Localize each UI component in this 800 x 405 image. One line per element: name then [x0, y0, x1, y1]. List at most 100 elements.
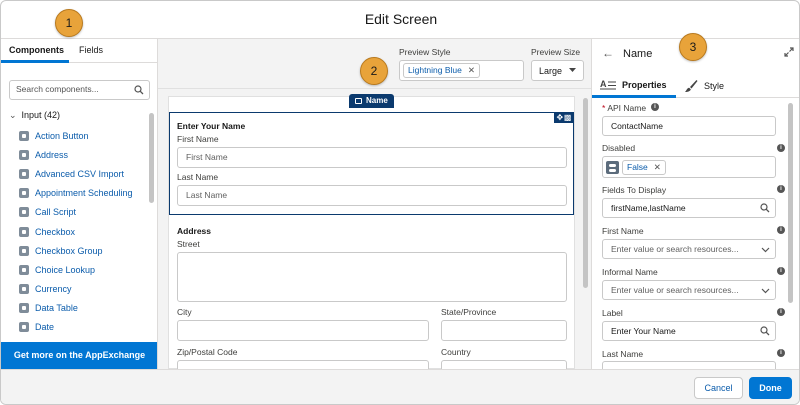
search-icon[interactable] [760, 326, 770, 336]
properties-tabs: A Properties Style [592, 72, 799, 98]
selected-name-component[interactable]: ✥ ▩ Enter Your Name First Name Last Name [169, 112, 574, 215]
calendar-icon [19, 322, 29, 333]
label-prop-input[interactable] [611, 326, 751, 336]
component-item[interactable]: Appointment Scheduling [19, 184, 147, 203]
tab-properties[interactable]: A Properties [600, 79, 667, 91]
preview-style-pill[interactable]: Lightning Blue ✕ [403, 63, 481, 78]
preview-style-select[interactable]: Lightning Blue ✕ [399, 60, 524, 81]
component-search[interactable] [9, 80, 150, 100]
component-tag[interactable]: Name [349, 94, 394, 108]
chevron-down-icon[interactable] [761, 245, 770, 254]
first-name-field[interactable] [177, 147, 567, 168]
lightning-bolt-icon [19, 168, 29, 179]
lightning-bolt-icon [19, 303, 29, 314]
last-name-field[interactable] [177, 185, 567, 206]
search-icon [134, 85, 144, 95]
appexchange-button[interactable]: Get more on the AppExchange [1, 342, 157, 369]
callout-badge: 1 [55, 9, 83, 37]
screen-canvas: Name ✥ ▩ Enter Your Name First Name Last… [168, 94, 575, 369]
chevron-down-icon[interactable] [761, 286, 770, 295]
brush-icon [685, 80, 698, 92]
component-list: Action Button Address Advanced CSV Impor… [19, 126, 147, 337]
preview-size-label: Preview Size [531, 47, 581, 57]
component-item[interactable]: Choice Lookup [19, 260, 147, 279]
component-item[interactable]: Data Table [19, 299, 147, 318]
info-icon[interactable]: i [777, 185, 785, 193]
api-name-label: * API Name [602, 103, 647, 113]
left-scrollbar[interactable] [149, 113, 154, 333]
component-item[interactable]: Checkbox [19, 222, 147, 241]
properties-scrollbar-thumb[interactable] [788, 103, 793, 303]
info-icon[interactable]: i [777, 144, 785, 152]
component-item[interactable]: Advanced CSV Import [19, 164, 147, 183]
info-icon[interactable]: i [777, 267, 785, 275]
disabled-pill[interactable]: False ✕ [622, 160, 666, 175]
properties-panel: ← Name A Properties Style * API Name i C… [591, 39, 799, 369]
screen-canvas-area: Preview Style Lightning Blue ✕ Preview Si… [158, 39, 591, 369]
lightning-bolt-icon [19, 207, 29, 218]
move-delete-icons[interactable]: ✥ ▩ [554, 112, 574, 123]
category-input[interactable]: ⌄ Input (42) [9, 110, 60, 121]
tab-fields[interactable]: Fields [79, 45, 103, 55]
component-search-input[interactable] [16, 84, 131, 94]
city-field[interactable] [177, 320, 429, 341]
informal-name-input[interactable] [611, 285, 751, 295]
zip-field[interactable] [177, 360, 429, 369]
fields-to-display-field[interactable] [602, 198, 776, 218]
label-prop-label: Label [602, 308, 623, 318]
canvas-scrollbar[interactable] [583, 93, 588, 369]
name-section-title: Enter Your Name [177, 121, 246, 131]
last-name-prop-field[interactable] [602, 361, 776, 369]
info-icon[interactable]: i [651, 103, 659, 111]
canvas-scrollbar-thumb[interactable] [583, 98, 588, 288]
first-name-prop-input[interactable] [611, 244, 751, 254]
state-field[interactable] [441, 320, 567, 341]
country-field[interactable] [441, 360, 567, 369]
close-icon[interactable]: ✕ [654, 162, 661, 172]
back-arrow-icon[interactable]: ← [602, 46, 614, 60]
lightning-bolt-icon [19, 130, 29, 141]
checkbox-icon [19, 226, 29, 237]
first-name-input[interactable] [186, 152, 536, 162]
component-item[interactable]: Currency [19, 280, 147, 299]
info-icon[interactable]: i [777, 349, 785, 357]
expand-icon[interactable] [784, 47, 794, 57]
component-item[interactable]: Date [19, 318, 147, 337]
component-item[interactable]: Address [19, 145, 147, 164]
last-name-input[interactable] [186, 190, 536, 200]
disabled-field[interactable]: False ✕ [602, 156, 776, 178]
address-section-title: Address [177, 226, 212, 236]
informal-name-field[interactable] [602, 280, 776, 300]
properties-scrollbar[interactable] [788, 103, 793, 369]
api-name-field[interactable] [602, 116, 776, 136]
tab-style[interactable]: Style [684, 79, 724, 93]
preview-size-select[interactable]: Large [531, 60, 584, 81]
api-name-input[interactable] [611, 121, 751, 131]
modal-header: Edit Screen [1, 1, 799, 39]
chevron-down-icon [569, 68, 576, 72]
left-scrollbar-thumb[interactable] [149, 113, 154, 203]
info-icon[interactable]: i [777, 226, 785, 234]
tab-components[interactable]: Components [9, 45, 64, 55]
info-icon[interactable]: i [777, 308, 785, 316]
street-textarea[interactable] [177, 252, 567, 302]
city-label: City [177, 307, 192, 317]
preview-style-label: Preview Style [399, 47, 451, 57]
fields-to-display-input[interactable] [611, 203, 751, 213]
callout-badge: 2 [360, 57, 388, 85]
first-name-prop-field[interactable] [602, 239, 776, 259]
toggle-icon [606, 161, 619, 174]
lightning-bolt-icon [19, 188, 29, 199]
list-icon [19, 264, 29, 275]
informal-name-label: Informal Name [602, 267, 658, 277]
close-icon[interactable]: ✕ [468, 65, 475, 75]
cancel-button[interactable]: Cancel [694, 377, 743, 399]
label-prop-field[interactable] [602, 321, 776, 341]
done-button[interactable]: Done [749, 377, 792, 399]
callout-badge: 3 [679, 33, 707, 61]
state-label: State/Province [441, 307, 497, 317]
component-item[interactable]: Action Button [19, 126, 147, 145]
search-icon[interactable] [760, 203, 770, 213]
component-item[interactable]: Checkbox Group [19, 241, 147, 260]
component-item[interactable]: Call Script [19, 203, 147, 222]
